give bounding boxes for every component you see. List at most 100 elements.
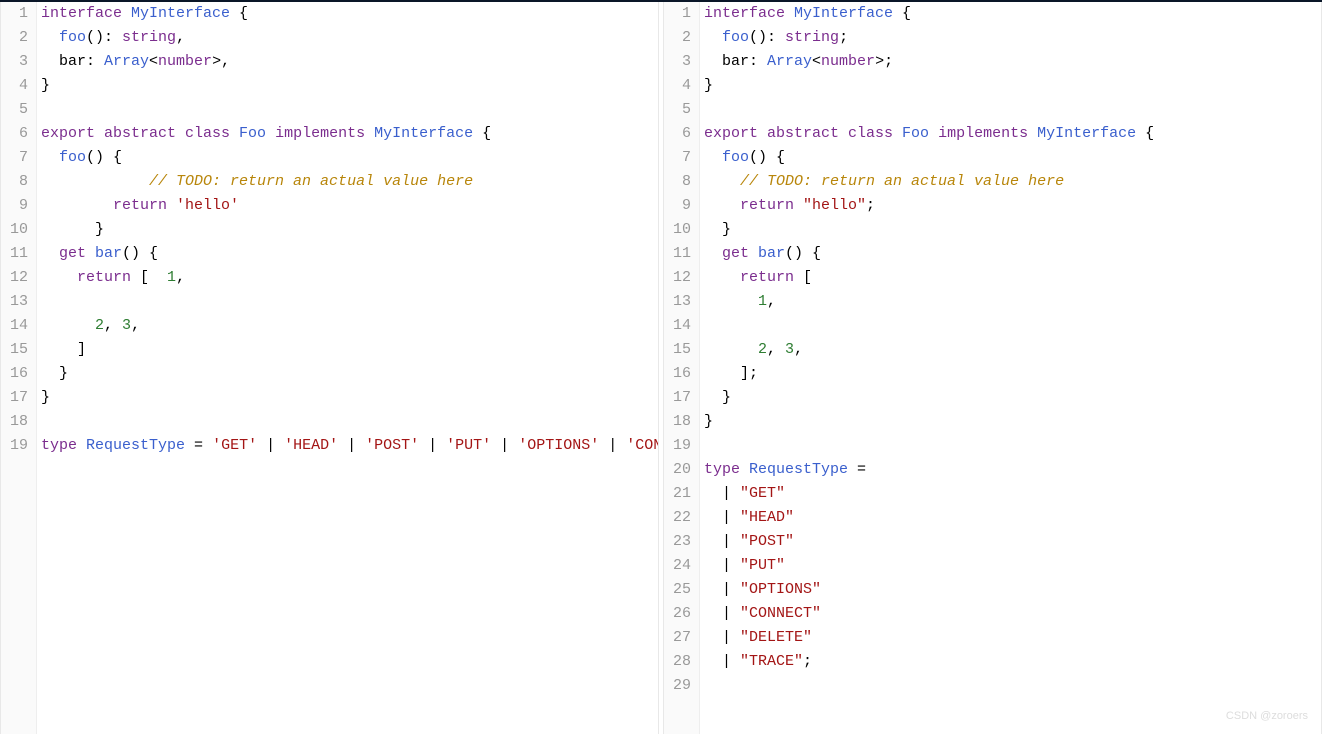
- code-token: 'CONNECT': [626, 437, 658, 454]
- line-number: 8: [7, 170, 28, 194]
- code-line[interactable]: 2, 3,: [41, 314, 658, 338]
- code-token: "DELETE": [740, 629, 812, 646]
- code-token: 'OPTIONS': [518, 437, 599, 454]
- code-token: implements: [275, 125, 374, 142]
- code-line[interactable]: export abstract class Foo implements MyI…: [704, 122, 1321, 146]
- code-token: ,: [767, 341, 785, 358]
- code-token: =: [848, 461, 866, 478]
- code-token: "hello": [803, 197, 866, 214]
- code-line[interactable]: get bar() {: [41, 242, 658, 266]
- right-pane[interactable]: 1234567891011121314151617181920212223242…: [663, 2, 1322, 734]
- code-line[interactable]: foo(): string;: [704, 26, 1321, 50]
- code-line[interactable]: return 'hello': [41, 194, 658, 218]
- line-number: 13: [7, 290, 28, 314]
- line-number: 15: [670, 338, 691, 362]
- code-line[interactable]: | "TRACE";: [704, 650, 1321, 674]
- code-line[interactable]: 1,: [704, 290, 1321, 314]
- code-token: [41, 245, 59, 262]
- right-code[interactable]: interface MyInterface { foo(): string; b…: [700, 2, 1321, 734]
- code-token: bar:: [704, 53, 767, 70]
- code-token: ,: [131, 317, 140, 334]
- code-line[interactable]: return "hello";: [704, 194, 1321, 218]
- left-gutter: 12345678910111213141516171819: [1, 2, 37, 734]
- code-token: MyInterface: [374, 125, 473, 142]
- line-number: 18: [670, 410, 691, 434]
- code-line[interactable]: | "CONNECT": [704, 602, 1321, 626]
- code-token: [41, 29, 59, 46]
- code-line[interactable]: }: [41, 218, 658, 242]
- code-line[interactable]: ]: [41, 338, 658, 362]
- code-token: ;: [839, 29, 848, 46]
- line-number: 19: [670, 434, 691, 458]
- code-token: }: [41, 389, 50, 406]
- code-line[interactable]: }: [41, 362, 658, 386]
- code-line[interactable]: bar: Array<number>;: [704, 50, 1321, 74]
- line-number: 10: [7, 218, 28, 242]
- left-pane[interactable]: 12345678910111213141516171819 interface …: [0, 2, 659, 734]
- code-token: return: [113, 197, 176, 214]
- line-number: 7: [7, 146, 28, 170]
- left-code[interactable]: interface MyInterface { foo(): string, b…: [37, 2, 658, 734]
- code-token: |: [419, 437, 446, 454]
- code-line[interactable]: | "HEAD": [704, 506, 1321, 530]
- code-token: 1: [758, 293, 767, 310]
- code-line[interactable]: }: [704, 218, 1321, 242]
- code-token: [704, 197, 740, 214]
- code-line[interactable]: get bar() {: [704, 242, 1321, 266]
- code-token: [704, 245, 722, 262]
- code-line[interactable]: bar: Array<number>,: [41, 50, 658, 74]
- code-line[interactable]: ];: [704, 362, 1321, 386]
- code-line[interactable]: [704, 314, 1321, 338]
- code-line[interactable]: foo() {: [41, 146, 658, 170]
- code-line[interactable]: | "GET": [704, 482, 1321, 506]
- code-token: () {: [86, 149, 122, 166]
- code-token: return: [740, 269, 803, 286]
- code-line[interactable]: export abstract class Foo implements MyI…: [41, 122, 658, 146]
- code-token: 3: [122, 317, 131, 334]
- code-token: abstract: [767, 125, 848, 142]
- code-line[interactable]: type RequestType =: [704, 458, 1321, 482]
- code-token: [41, 197, 113, 214]
- code-line[interactable]: }: [41, 74, 658, 98]
- code-token: 1: [167, 269, 176, 286]
- code-token: ,: [176, 269, 185, 286]
- code-line[interactable]: | "OPTIONS": [704, 578, 1321, 602]
- code-token: implements: [938, 125, 1037, 142]
- code-line[interactable]: foo() {: [704, 146, 1321, 170]
- code-line[interactable]: interface MyInterface {: [41, 2, 658, 26]
- code-token: [: [803, 269, 812, 286]
- code-token: }: [41, 365, 68, 382]
- code-line[interactable]: [41, 98, 658, 122]
- code-line[interactable]: type RequestType = 'GET' | 'HEAD' | 'POS…: [41, 434, 658, 458]
- right-gutter: 1234567891011121314151617181920212223242…: [664, 2, 700, 734]
- code-line[interactable]: | "POST": [704, 530, 1321, 554]
- code-token: abstract: [104, 125, 185, 142]
- code-line[interactable]: foo(): string,: [41, 26, 658, 50]
- code-line[interactable]: [41, 290, 658, 314]
- line-number: 28: [670, 650, 691, 674]
- code-line[interactable]: | "DELETE": [704, 626, 1321, 650]
- line-number: 9: [7, 194, 28, 218]
- code-line[interactable]: }: [704, 74, 1321, 98]
- code-token: |: [704, 653, 740, 670]
- code-token: 2: [95, 317, 104, 334]
- code-line[interactable]: // TODO: return an actual value here: [41, 170, 658, 194]
- code-line[interactable]: return [ 1,: [41, 266, 658, 290]
- line-number: 14: [7, 314, 28, 338]
- code-line[interactable]: [704, 434, 1321, 458]
- code-line[interactable]: }: [41, 386, 658, 410]
- line-number: 8: [670, 170, 691, 194]
- code-line[interactable]: }: [704, 410, 1321, 434]
- code-line[interactable]: [704, 674, 1321, 698]
- code-line[interactable]: }: [704, 386, 1321, 410]
- code-line[interactable]: [704, 98, 1321, 122]
- code-line[interactable]: [41, 410, 658, 434]
- code-token: Foo: [902, 125, 929, 142]
- code-line[interactable]: return [: [704, 266, 1321, 290]
- code-line[interactable]: 2, 3,: [704, 338, 1321, 362]
- code-token: 2: [758, 341, 767, 358]
- code-line[interactable]: interface MyInterface {: [704, 2, 1321, 26]
- code-line[interactable]: // TODO: return an actual value here: [704, 170, 1321, 194]
- code-line[interactable]: | "PUT": [704, 554, 1321, 578]
- code-token: ;: [803, 653, 812, 670]
